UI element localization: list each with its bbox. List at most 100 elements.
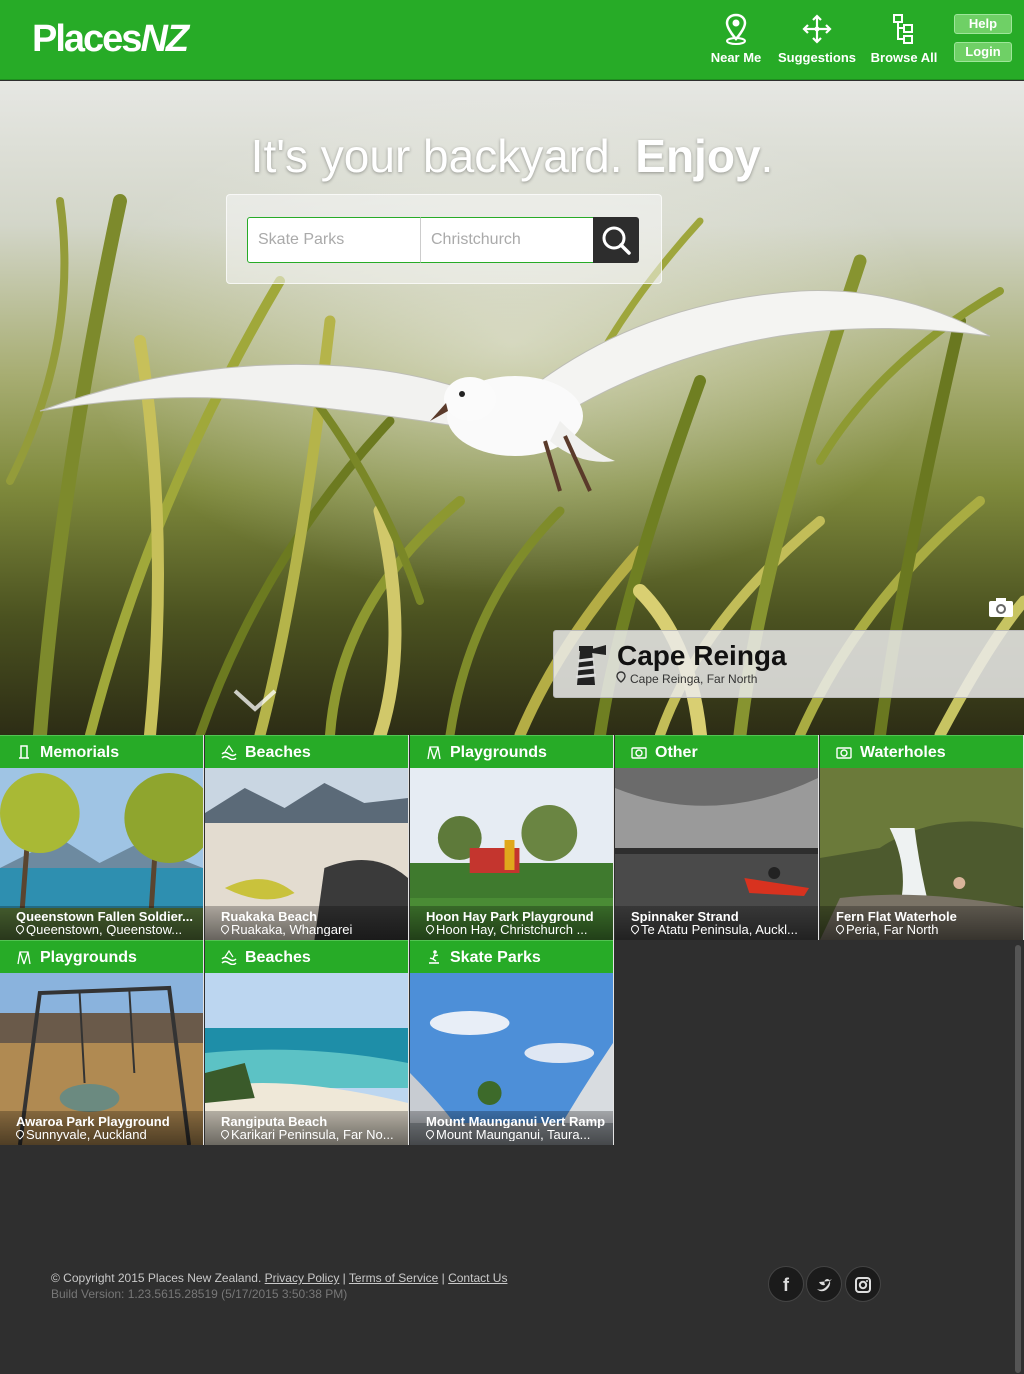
search-where-input[interactable] [420,217,594,263]
waves-icon [221,949,237,965]
tile-category: Memorials [40,744,120,761]
camera-icon [631,747,647,759]
search-icon [602,226,631,255]
lighthouse-icon [575,645,606,685]
arrows-move-icon [802,14,832,44]
sitemap-icon [893,14,913,44]
footer-copyright-line: © Copyright 2015 Places New Zealand. Pri… [51,1271,507,1285]
tile-place-location: Sunnyvale, Auckland [16,1128,202,1141]
login-button[interactable]: Login [954,42,1012,62]
tagline-end: . [760,130,774,182]
tile-place-name: Queenstown Fallen Soldier... [16,910,193,923]
tile-place-location: Hoon Hay, Christchurch ... [426,923,612,936]
memorial-icon [19,745,29,759]
copyright-text: © Copyright 2015 Places New Zealand. [51,1271,262,1285]
tile-place-name: Spinnaker Strand [631,910,739,923]
place-tile[interactable]: Other Spinnaker Strand Te Atatu Peninsul… [615,735,819,940]
tile-category-bar: Playgrounds [410,735,613,768]
tile-category-bar: Memorials [0,735,203,768]
footer-separator: | [441,1271,445,1285]
nav-browse-all-label: Browse All [870,50,938,65]
search-what-input[interactable] [247,217,421,263]
nav-browse-all[interactable]: Browse All [861,12,947,65]
tile-category: Beaches [245,949,311,966]
featured-location: Cape Reinga, Far North [630,672,758,686]
waves-icon [221,744,237,760]
tile-category: Playgrounds [40,949,137,966]
tile-place-name: Ruakaka Beach [221,910,318,923]
tile-place-name: Hoon Hay Park Playground [426,910,594,923]
search-panel [226,194,662,284]
playground-icon [17,951,31,965]
tile-caption: Ruakaka Beach Ruakaka, Whangarei [205,906,408,940]
tile-place-name: Awaroa Park Playground [16,1115,170,1128]
twitter-icon[interactable] [806,1266,842,1302]
featured-title: Cape Reinga [617,640,787,671]
tile-place-location: Ruakaka, Whangarei [221,923,407,936]
tile-place-location: Karikari Peninsula, Far No... [221,1128,407,1141]
tile-category-bar: Other [615,735,818,768]
help-button[interactable]: Help [954,14,1012,34]
twitter-bird-glyph [817,1279,832,1292]
skater-icon [429,950,439,964]
scrollbar[interactable] [1015,945,1021,1373]
camera-icon[interactable] [988,596,1014,618]
tile-category: Playgrounds [450,744,547,761]
logo-suffix: NZ [140,18,189,60]
build-version: Build Version: 1.23.5615.28519 (5/17/201… [51,1287,348,1301]
tile-category: Waterholes [860,744,946,761]
location-pin-icon [616,671,626,683]
camera-icon [836,747,852,759]
tagline-light: It's your backyard. [250,130,636,182]
tile-caption: Queenstown Fallen Soldier... Queenstown,… [0,906,203,940]
logo-prefix: Places [32,18,142,60]
nav-near-me[interactable]: Near Me [693,12,779,65]
site-logo[interactable]: PlacesNZ [32,18,189,61]
tile-caption: Mount Maunganui Vert Ramp Mount Maunganu… [410,1111,613,1145]
tile-category: Beaches [245,744,311,761]
tile-place-location: Mount Maunganui, Taura... [426,1128,612,1141]
nav-suggestions-label: Suggestions [777,50,856,65]
tile-category-bar: Beaches [205,940,408,973]
tile-category-bar: Beaches [205,735,408,768]
terms-of-service-link[interactable]: Terms of Service [349,1271,438,1285]
privacy-policy-link[interactable]: Privacy Policy [265,1271,340,1285]
tile-place-location: Queenstown, Queenstow... [16,923,202,936]
contact-us-link[interactable]: Contact Us [448,1271,507,1285]
location-pin-icon [725,13,747,45]
tile-caption: Fern Flat Waterhole Peria, Far North [820,906,1023,940]
search-button[interactable] [593,217,639,263]
tile-place-name: Rangiputa Beach [221,1115,328,1128]
tile-category-bar: Waterholes [820,735,1023,768]
nav-near-me-label: Near Me [710,50,762,65]
place-tile[interactable]: Playgrounds Awaroa Park Playground Sunny… [0,940,204,1145]
hero-banner: It's your backyard. Enjoy. Cape Reinga C… [0,81,1024,735]
instagram-glyph [855,1277,871,1293]
featured-place-card[interactable]: Cape Reinga Cape Reinga, Far North [553,630,1024,698]
site-header: PlacesNZ Near Me Suggestions Browse All … [0,0,1024,80]
tile-caption: Awaroa Park Playground Sunnyvale, Auckla… [0,1111,203,1145]
place-tile[interactable]: Skate Parks Mount Maunganui Vert Ramp Mo… [410,940,614,1145]
playground-icon [427,746,441,760]
tile-place-name: Mount Maunganui Vert Ramp [426,1115,606,1128]
place-tile[interactable]: Memorials Queenstown Fallen Soldier... Q… [0,735,204,940]
tile-category-bar: Skate Parks [410,940,613,973]
nav-suggestions[interactable]: Suggestions [774,12,860,65]
tile-category-bar: Playgrounds [0,940,203,973]
tile-caption: Hoon Hay Park Playground Hoon Hay, Chris… [410,906,613,940]
place-tile[interactable]: Beaches Ruakaka Beach Ruakaka, Whangarei [205,735,409,940]
tagline-bold: Enjoy [635,130,761,182]
place-tile[interactable]: Waterholes Fern Flat Waterhole Peria, Fa… [820,735,1024,940]
tile-caption: Spinnaker Strand Te Atatu Peninsula, Auc… [615,906,818,940]
tile-category: Skate Parks [450,949,541,966]
facebook-icon[interactable]: f [768,1266,804,1302]
tile-place-location: Te Atatu Peninsula, Auckl... [631,923,817,936]
tile-caption: Rangiputa Beach Karikari Peninsula, Far … [205,1111,408,1145]
tile-category: Other [655,744,698,761]
instagram-icon[interactable] [845,1266,881,1302]
place-tile[interactable]: Playgrounds Hoon Hay Park Playground Hoo… [410,735,614,940]
hero-tagline: It's your backyard. Enjoy. [0,129,1024,183]
tile-place-name: Fern Flat Waterhole [836,910,957,923]
chevron-down-icon[interactable] [232,687,278,713]
place-tile[interactable]: Beaches Rangiputa Beach Karikari Peninsu… [205,940,409,1145]
